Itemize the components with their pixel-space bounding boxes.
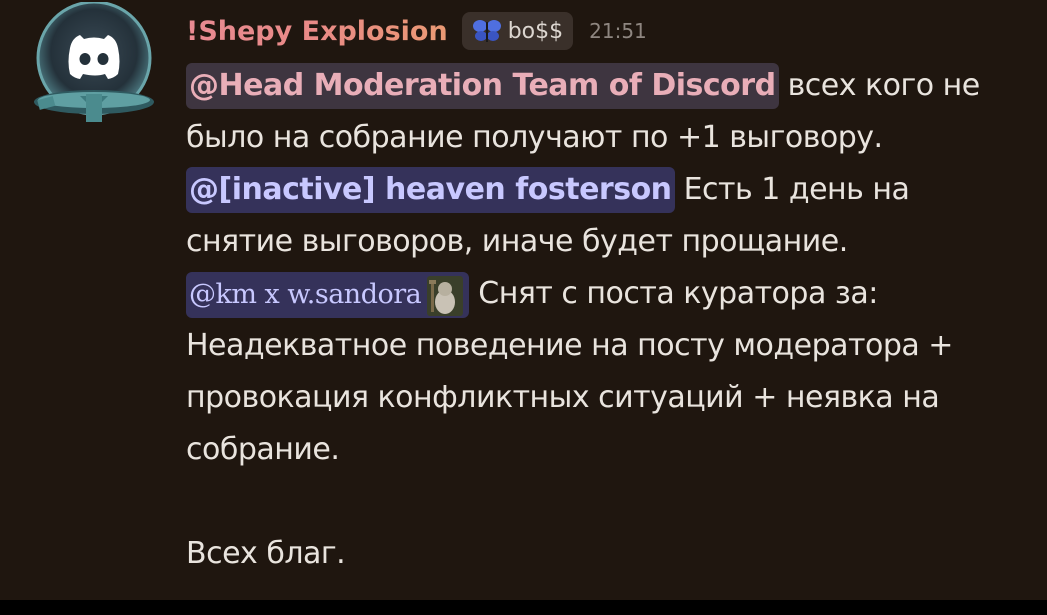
message-line: снятие выговоров, иначе будет прощание.	[186, 216, 1036, 268]
message-text: провокация конфликтных ситуаций + неявка…	[186, 380, 940, 415]
message-text: собрание.	[186, 432, 340, 467]
message-header: !Shepy Explosion bo$$ 21:51	[186, 8, 647, 54]
role-mention[interactable]: @Head Moderation Team of Discord	[186, 63, 779, 109]
user-mention-label: @km x w.sandora	[189, 279, 422, 310]
message-text: Снят с поста куратора за:	[469, 276, 878, 311]
message-text: было на собрание получают по +1 выговору…	[186, 120, 883, 155]
message-line: собрание.	[186, 424, 1036, 476]
message-text: снятие выговоров, иначе будет прощание.	[186, 224, 848, 259]
message-view: !Shepy Explosion bo$$ 21:51 @Head Modera…	[0, 0, 1047, 600]
message-text: Всех благ.	[186, 536, 346, 571]
message-line: @[inactive] heaven fosterson Есть 1 день…	[186, 164, 1036, 216]
discord-logo-icon	[34, 0, 154, 122]
message-line: @km x w.sandora Снят с поста куратора за…	[186, 268, 1036, 320]
role-tag[interactable]: bo$$	[461, 12, 574, 50]
username[interactable]: !Shepy Explosion	[186, 16, 448, 47]
message-line: было на собрание получают по +1 выговору…	[186, 112, 1036, 164]
user-mention[interactable]: @[inactive] heaven fosterson	[186, 167, 675, 213]
user-mention[interactable]: @km x w.sandora	[186, 272, 470, 318]
message-text: всех кого не	[778, 68, 981, 103]
butterfly-icon	[472, 20, 501, 42]
creature-avatar-icon	[427, 275, 464, 316]
timestamp[interactable]: 21:51	[589, 19, 647, 43]
avatar[interactable]	[30, 0, 164, 124]
message-line: провокация конфликтных ситуаций + неявка…	[186, 372, 1036, 424]
role-label: bo$$	[507, 18, 564, 44]
bottom-bar	[0, 600, 1047, 615]
message-text: Неадекватное поведение на посту модерато…	[186, 328, 953, 363]
message-line: @Head Moderation Team of Discord всех ко…	[186, 60, 1036, 112]
message-content: @Head Moderation Team of Discord всех ко…	[186, 60, 1036, 580]
message-line: Всех благ.	[186, 528, 1036, 580]
message-line: Неадекватное поведение на посту модерато…	[186, 320, 1036, 372]
message-text: Есть 1 день на	[674, 172, 910, 207]
